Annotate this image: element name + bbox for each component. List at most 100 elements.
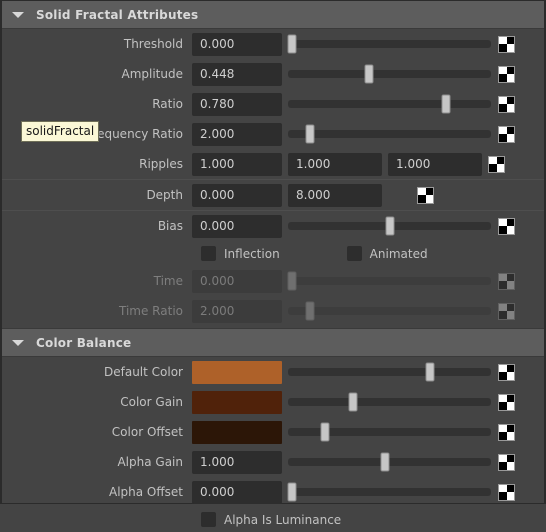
checker-map-icon: [498, 302, 515, 320]
row-alpha-offset: Alpha Offset 0.000: [2, 477, 544, 507]
inflection-checkbox[interactable]: [201, 246, 216, 261]
bias-slider[interactable]: [288, 215, 491, 238]
slider-track: [288, 40, 491, 48]
checker-map-icon[interactable]: [498, 453, 515, 471]
label-bias: Bias: [157, 219, 183, 233]
row-checkboxes: Inflection Animated: [2, 241, 544, 266]
time-ratio-slider: [288, 300, 491, 323]
label-default-color: Default Color: [104, 365, 183, 379]
row-color-offset: Color Offset: [2, 417, 544, 447]
row-depth: Depth 0.000 8.000: [2, 180, 544, 211]
slider-thumb[interactable]: [425, 362, 435, 382]
ripples-y-input[interactable]: 1.000: [288, 152, 382, 176]
inflection-label: Inflection: [224, 246, 280, 261]
row-time-ratio: Time Ratio 2.000: [2, 296, 544, 326]
color-gain-slider[interactable]: [288, 391, 491, 414]
tooltip: solidFractal: [21, 121, 100, 142]
time-slider: [287, 270, 491, 293]
checker-map-icon: [498, 272, 515, 290]
section-header-solid-fractal-attributes[interactable]: Solid Fractal Attributes: [2, 1, 544, 29]
alpha-offset-slider[interactable]: [287, 481, 491, 504]
slider-track: [288, 398, 491, 406]
ratio-slider[interactable]: [288, 93, 491, 116]
row-alpha-is-luminance: Alpha Is Luminance: [2, 507, 544, 532]
slider-track: [288, 428, 491, 436]
slider-track: [288, 100, 491, 108]
row-alpha-gain: Alpha Gain 1.000: [2, 447, 544, 477]
slider-thumb[interactable]: [380, 452, 390, 472]
ripples-x-input[interactable]: 1.000: [192, 152, 282, 176]
checker-map-icon[interactable]: [498, 35, 515, 53]
slider-thumb: [305, 301, 315, 321]
amplitude-slider[interactable]: [288, 63, 491, 86]
row-ripples: Ripples 1.000 1.000 1.000: [2, 149, 544, 180]
label-ratio: Ratio: [152, 97, 183, 111]
amplitude-input[interactable]: 0.448: [192, 62, 282, 86]
slider-track: [288, 130, 491, 138]
alpha-gain-input[interactable]: 1.000: [192, 450, 282, 474]
slider-track: [288, 368, 491, 376]
default-color-swatch[interactable]: [192, 360, 282, 384]
bias-input[interactable]: 0.000: [192, 214, 282, 238]
alpha-is-luminance-label: Alpha Is Luminance: [224, 512, 342, 527]
section-title: Color Balance: [36, 335, 132, 350]
time-input: 0.000: [192, 269, 282, 293]
frequency-ratio-input[interactable]: 2.000: [192, 122, 282, 146]
checker-map-icon[interactable]: [498, 125, 515, 143]
slider-thumb: [287, 271, 297, 291]
slider-thumb[interactable]: [385, 216, 394, 236]
checker-map-icon[interactable]: [498, 65, 515, 83]
row-default-color: Default Color: [2, 357, 544, 387]
threshold-input[interactable]: 0.000: [192, 32, 282, 56]
ripples-z-input[interactable]: 1.000: [388, 152, 482, 176]
checker-map-icon[interactable]: [498, 363, 515, 381]
depth-min-input[interactable]: 0.000: [192, 183, 282, 207]
color-offset-swatch[interactable]: [192, 420, 282, 444]
slider-track: [288, 307, 491, 315]
attribute-editor-panel: Solid Fractal Attributes Threshold 0.000…: [0, 0, 546, 527]
slider-thumb[interactable]: [364, 64, 374, 84]
ratio-input[interactable]: 0.780: [192, 92, 282, 116]
slider-track: [288, 277, 491, 285]
slider-track: [288, 70, 491, 78]
checker-map-icon[interactable]: [498, 423, 515, 441]
slider-thumb[interactable]: [287, 34, 297, 54]
threshold-slider[interactable]: [287, 33, 491, 56]
checker-map-icon[interactable]: [498, 217, 515, 235]
color-offset-slider[interactable]: [288, 421, 491, 444]
row-color-gain: Color Gain: [2, 387, 544, 417]
label-color-gain: Color Gain: [120, 395, 183, 409]
frequency-ratio-slider[interactable]: [288, 123, 491, 146]
animated-label: Animated: [369, 246, 428, 261]
label-time-ratio: Time Ratio: [119, 304, 183, 318]
alpha-is-luminance-checkbox[interactable]: [201, 512, 216, 527]
default-color-slider[interactable]: [288, 361, 491, 384]
section-header-color-balance[interactable]: Color Balance: [2, 328, 544, 357]
row-amplitude: Amplitude 0.448: [2, 59, 544, 89]
checker-map-icon[interactable]: [488, 155, 505, 173]
slider-thumb[interactable]: [287, 482, 297, 502]
triangle-down-icon: [12, 11, 24, 18]
row-ratio: Ratio 0.780: [2, 89, 544, 119]
label-ripples: Ripples: [139, 157, 183, 171]
alpha-gain-slider[interactable]: [288, 451, 491, 474]
depth-max-input[interactable]: 8.000: [288, 183, 382, 207]
animated-checkbox[interactable]: [346, 246, 362, 261]
checker-map-icon[interactable]: [417, 186, 434, 204]
row-bias: Bias 0.000: [2, 211, 544, 241]
triangle-down-icon: [12, 339, 24, 346]
checker-map-icon[interactable]: [498, 95, 515, 113]
slider-thumb[interactable]: [320, 422, 330, 442]
time-ratio-input: 2.000: [192, 299, 282, 323]
label-time: Time: [153, 274, 183, 288]
label-alpha-offset: Alpha Offset: [109, 485, 183, 499]
checker-map-icon[interactable]: [498, 393, 515, 411]
slider-thumb[interactable]: [441, 94, 451, 114]
slider-thumb[interactable]: [305, 124, 315, 144]
color-gain-swatch[interactable]: [192, 390, 282, 414]
alpha-offset-input[interactable]: 0.000: [192, 480, 282, 504]
slider-thumb[interactable]: [348, 392, 358, 412]
label-threshold: Threshold: [123, 37, 183, 51]
checker-map-icon[interactable]: [498, 483, 515, 501]
label-color-offset: Color Offset: [111, 425, 183, 439]
